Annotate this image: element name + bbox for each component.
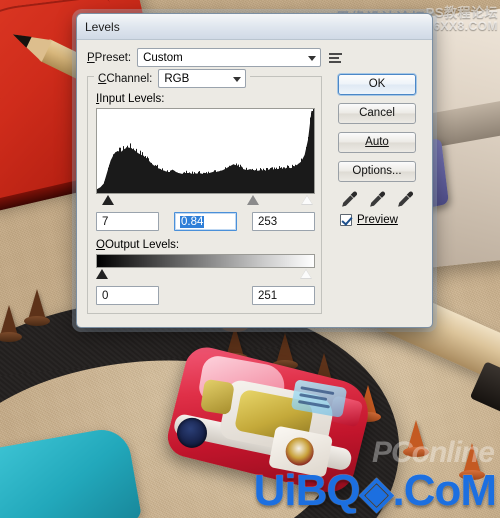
dialog-title: Levels xyxy=(85,19,120,34)
input-levels-label: IInput Levels: xyxy=(96,93,165,105)
channel-dropdown[interactable]: RGB xyxy=(158,69,247,88)
preset-row: PPreset: Custom xyxy=(87,48,422,67)
preview-label-text: Preview xyxy=(357,214,398,226)
dialog-body: PPreset: Custom CChannel: RGB IInput Lev… xyxy=(77,40,432,320)
ok-button[interactable]: OK xyxy=(338,74,416,95)
histogram-plot xyxy=(97,109,314,193)
preset-options-icon[interactable] xyxy=(327,49,344,66)
channel-value: RGB xyxy=(164,72,190,85)
preset-value: Custom xyxy=(143,51,183,64)
input-shadow-value: 7 xyxy=(102,215,109,228)
options-button[interactable]: Options... xyxy=(338,161,416,182)
cancel-button[interactable]: Cancel xyxy=(338,103,416,124)
traffic-cone xyxy=(403,420,429,460)
output-white-value: 251 xyxy=(258,289,278,302)
chevron-down-icon xyxy=(233,76,242,82)
channel-label: CChannel: xyxy=(98,72,153,85)
input-midtone-field[interactable]: 0.84 xyxy=(174,212,237,231)
output-white-field[interactable]: 251 xyxy=(252,286,315,305)
dialog-button-column: OK Cancel Auto Options... Preview xyxy=(338,74,422,226)
levels-group: CChannel: RGB IInput Levels: 7 0.84 253 … xyxy=(87,69,322,314)
output-black-slider[interactable] xyxy=(96,269,108,279)
preset-dropdown[interactable]: Custom xyxy=(137,48,322,67)
input-highlight-field[interactable]: 253 xyxy=(252,212,315,231)
preview-row[interactable]: Preview xyxy=(340,214,422,226)
output-black-field[interactable]: 0 xyxy=(96,286,159,305)
channel-row: CChannel: RGB xyxy=(94,69,251,88)
input-levels-fields: 7 0.84 253 xyxy=(96,212,315,231)
set-gray-point-eyedropper[interactable] xyxy=(368,190,386,208)
preview-checkbox[interactable] xyxy=(340,214,352,226)
channel-label-text: Channel: xyxy=(106,72,153,85)
output-black-value: 0 xyxy=(102,289,109,302)
auto-button[interactable]: Auto xyxy=(338,132,416,153)
input-highlight-slider[interactable] xyxy=(301,195,314,205)
output-gradient-ramp xyxy=(96,254,315,268)
input-midtone-slider[interactable] xyxy=(246,195,259,205)
input-shadow-slider[interactable] xyxy=(101,195,114,205)
preset-label: PPreset: xyxy=(87,51,132,64)
set-black-point-eyedropper[interactable] xyxy=(340,190,358,208)
input-highlight-value: 253 xyxy=(258,215,278,228)
histogram xyxy=(96,108,315,194)
toy-car-side-window xyxy=(200,378,235,416)
chevron-down-icon xyxy=(308,55,317,61)
traffic-cone xyxy=(24,289,50,329)
output-levels-label: OOutput Levels: xyxy=(96,239,180,251)
traffic-cone xyxy=(459,443,485,483)
dialog-titlebar[interactable]: Levels xyxy=(77,14,432,40)
preset-label-text: Preset: xyxy=(94,51,132,64)
levels-dialog: Levels PPreset: Custom CChannel: RGB IIn… xyxy=(76,13,433,328)
screenshot-root: * M+ xyxy=(0,0,500,518)
input-midtone-value: 0.84 xyxy=(180,215,205,228)
input-levels-label-text: Input Levels: xyxy=(99,93,165,105)
input-slider-track[interactable] xyxy=(96,195,315,208)
output-white-slider[interactable] xyxy=(299,269,312,279)
preview-label: Preview xyxy=(357,214,398,226)
traffic-cone xyxy=(0,305,22,345)
output-levels-fields: 0 251 xyxy=(96,286,315,305)
auto-button-label: Auto xyxy=(365,136,389,148)
output-slider-track[interactable] xyxy=(96,269,315,282)
output-levels-label-text: Output Levels: xyxy=(104,239,180,251)
set-white-point-eyedropper[interactable] xyxy=(396,190,414,208)
toy-car-emblem xyxy=(283,435,317,468)
eyedropper-group xyxy=(340,190,422,208)
input-shadow-field[interactable]: 7 xyxy=(96,212,159,231)
